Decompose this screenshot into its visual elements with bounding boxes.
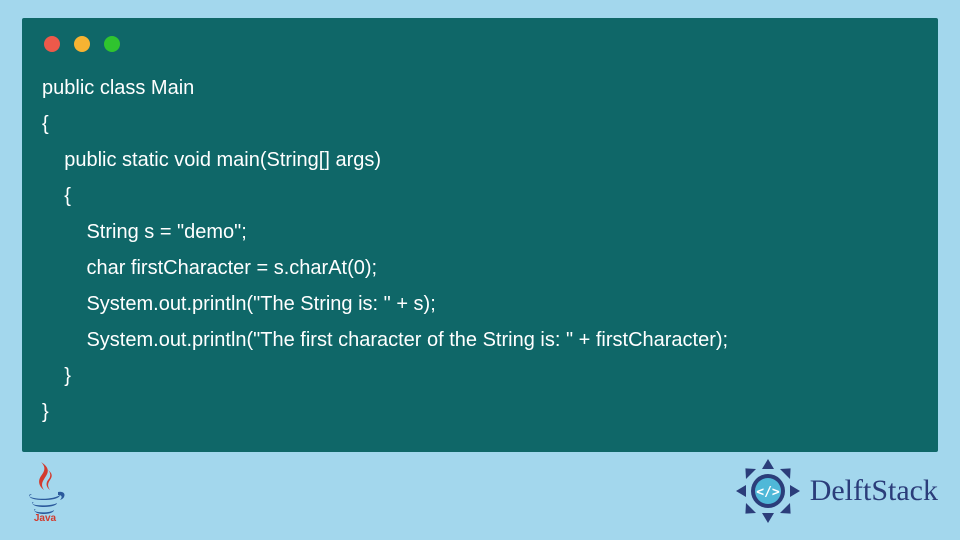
code-line: {: [42, 185, 71, 207]
java-label-text: Java: [34, 513, 57, 522]
minimize-icon: [74, 36, 90, 52]
brand-text: DelftStack: [810, 474, 938, 508]
svg-text:</>: </>: [756, 485, 780, 500]
code-line: }: [42, 365, 71, 387]
close-icon: [44, 36, 60, 52]
code-line: }: [42, 401, 49, 423]
code-block: public class Main { public static void m…: [38, 70, 922, 430]
window-controls: [38, 36, 922, 52]
code-line: public class Main: [42, 77, 194, 99]
code-window: public class Main { public static void m…: [22, 18, 938, 452]
code-line: public static void main(String[] args): [42, 149, 381, 171]
java-logo: Java: [22, 460, 68, 522]
code-line: char firstCharacter = s.charAt(0);: [42, 257, 377, 279]
code-line: String s = "demo";: [42, 221, 247, 243]
code-line: System.out.println("The String is: " + s…: [42, 293, 436, 315]
code-line: System.out.println("The first character …: [42, 329, 728, 351]
java-icon: Java: [22, 460, 68, 522]
delftstack-logo: </> DelftStack: [732, 455, 938, 527]
footer: Java </> DelftStack: [22, 452, 938, 530]
maximize-icon: [104, 36, 120, 52]
code-line: {: [42, 113, 49, 135]
delftstack-icon: </>: [732, 455, 804, 527]
